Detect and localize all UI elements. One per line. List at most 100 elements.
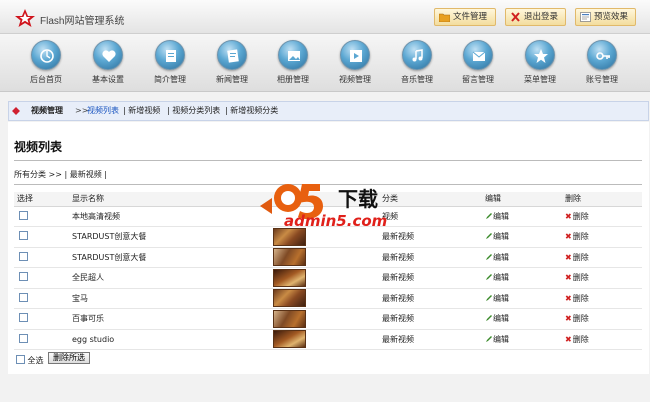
divider bbox=[14, 160, 642, 161]
select-all-label: 全选 bbox=[27, 356, 44, 365]
file-manager-label: 文件管理 bbox=[453, 12, 488, 22]
delete-x-icon: ✖ bbox=[565, 211, 572, 221]
nav-messages[interactable]: 留言管理 bbox=[448, 36, 508, 90]
delete-x-icon: ✖ bbox=[565, 252, 572, 262]
row-name: 本地高清视频 bbox=[69, 206, 270, 227]
delete-link[interactable]: ✖删除 bbox=[562, 226, 642, 248]
edit-link[interactable]: 编辑 bbox=[482, 247, 562, 268]
breadcrumb-category-list[interactable]: | 视频分类列表 bbox=[167, 102, 220, 120]
file-manager-button[interactable]: 文件管理 bbox=[434, 8, 496, 26]
table-row: egg studio 最新视频 编辑 ✖删除 bbox=[14, 329, 642, 350]
edit-label: 编辑 bbox=[493, 252, 509, 262]
music-icon bbox=[412, 49, 423, 62]
pencil-icon bbox=[486, 212, 492, 219]
breadcrumb: 视频管理 >> 视频列表 | 新增视频 | 视频分类列表 | 新增视频分类 bbox=[8, 101, 649, 121]
delete-selected-button[interactable]: 删除所选 bbox=[48, 352, 90, 364]
row-checkbox[interactable] bbox=[19, 272, 28, 282]
app-title: Flash网站管理系统 bbox=[40, 16, 125, 27]
col-delete: 删除 bbox=[562, 192, 642, 207]
logout-label: 退出登录 bbox=[524, 12, 559, 22]
delete-link[interactable]: ✖删除 bbox=[562, 308, 642, 330]
row-name: egg studio bbox=[69, 329, 270, 350]
edit-link[interactable]: 编辑 bbox=[482, 329, 562, 350]
nav-settings[interactable]: 基本设置 bbox=[78, 36, 138, 90]
profile-icon bbox=[166, 50, 176, 62]
delete-link[interactable]: ✖删除 bbox=[562, 206, 642, 227]
row-category: 最新视频 bbox=[379, 329, 482, 350]
video-icon bbox=[350, 50, 362, 62]
preview-button[interactable]: 预览效果 bbox=[575, 8, 636, 26]
table-row: 宝马 最新视频 编辑 ✖删除 bbox=[14, 288, 642, 309]
pencil-icon bbox=[486, 294, 492, 301]
nav-video[interactable]: 视频管理 bbox=[325, 36, 385, 90]
select-all-checkbox[interactable] bbox=[16, 355, 25, 364]
row-category: 最新视频 bbox=[379, 288, 482, 309]
breadcrumb-add-video[interactable]: | 新增视频 bbox=[123, 102, 160, 120]
pencil-icon bbox=[486, 274, 492, 281]
delete-label: 删除 bbox=[572, 211, 589, 221]
folder-icon bbox=[439, 13, 450, 22]
row-checkbox[interactable] bbox=[19, 292, 28, 302]
edit-link[interactable]: 编辑 bbox=[482, 226, 562, 248]
delete-link[interactable]: ✖删除 bbox=[562, 329, 642, 350]
delete-x-icon: ✖ bbox=[565, 293, 572, 303]
nav-menu-label: 菜单管理 bbox=[524, 75, 556, 84]
delete-x-icon: ✖ bbox=[565, 232, 572, 242]
breadcrumb-add-category[interactable]: | 新增视频分类 bbox=[225, 102, 278, 120]
row-checkbox[interactable] bbox=[19, 231, 28, 241]
nav-accounts-label: 账号管理 bbox=[586, 75, 618, 84]
breadcrumb-marker-icon bbox=[12, 107, 20, 115]
nav-menu[interactable]: 菜单管理 bbox=[510, 36, 570, 90]
watermark-logo: 下载 admin5.com bbox=[260, 184, 387, 230]
nav-music[interactable]: 音乐管理 bbox=[387, 36, 447, 90]
delete-link[interactable]: ✖删除 bbox=[562, 288, 642, 309]
logout-button[interactable]: 退出登录 bbox=[505, 8, 566, 26]
delete-link[interactable]: ✖删除 bbox=[562, 267, 642, 289]
row-name: 宝马 bbox=[69, 288, 270, 309]
mail-icon bbox=[472, 51, 486, 61]
edit-link[interactable]: 编辑 bbox=[482, 308, 562, 330]
col-select: 选择 bbox=[14, 192, 69, 207]
edit-label: 编辑 bbox=[493, 232, 509, 242]
nav-home[interactable]: 后台首页 bbox=[16, 36, 76, 90]
delete-x-icon: ✖ bbox=[565, 314, 572, 324]
row-checkbox[interactable] bbox=[19, 251, 28, 261]
nav-messages-label: 留言管理 bbox=[462, 75, 494, 84]
pencil-icon bbox=[486, 233, 492, 240]
delete-link[interactable]: ✖删除 bbox=[562, 247, 642, 268]
edit-label: 编辑 bbox=[493, 314, 509, 324]
nav-profile[interactable]: 简介管理 bbox=[140, 36, 200, 90]
edit-link[interactable]: 编辑 bbox=[482, 288, 562, 309]
nav-accounts[interactable]: 账号管理 bbox=[572, 36, 632, 90]
category-filter[interactable]: 所有分类 >> | 最新视频 | bbox=[14, 169, 107, 180]
breadcrumb-video-list[interactable]: 视频列表 bbox=[87, 102, 119, 120]
edit-label: 编辑 bbox=[493, 334, 509, 344]
delete-label: 删除 bbox=[572, 314, 589, 324]
table-row: 百事可乐 最新视频 编辑 ✖删除 bbox=[14, 308, 642, 330]
delete-label: 删除 bbox=[572, 334, 589, 344]
edit-link[interactable]: 编辑 bbox=[482, 206, 562, 227]
video-thumbnail bbox=[273, 268, 306, 287]
nav-news[interactable]: 新闻管理 bbox=[202, 36, 262, 90]
album-icon bbox=[288, 51, 300, 61]
breadcrumb-section: 视频管理 bbox=[31, 106, 63, 115]
select-all[interactable]: 全选 bbox=[16, 355, 44, 366]
home-icon bbox=[40, 49, 54, 63]
edit-link[interactable]: 编辑 bbox=[482, 267, 562, 289]
row-checkbox[interactable] bbox=[19, 210, 28, 220]
delete-label: 删除 bbox=[572, 232, 589, 242]
video-thumbnail bbox=[273, 330, 306, 349]
pencil-icon bbox=[486, 253, 492, 260]
row-checkbox[interactable] bbox=[19, 313, 28, 323]
delete-x-icon: ✖ bbox=[565, 334, 572, 344]
nav-album-label: 相册管理 bbox=[277, 75, 309, 84]
row-name: STARDUST创意大餐 bbox=[69, 226, 270, 248]
nav-album[interactable]: 相册管理 bbox=[263, 36, 323, 90]
edit-label: 编辑 bbox=[493, 211, 509, 221]
row-name: 全民超人 bbox=[69, 267, 270, 289]
row-category: 最新视频 bbox=[379, 267, 482, 289]
col-name: 显示名称 bbox=[69, 192, 270, 207]
row-checkbox[interactable] bbox=[19, 333, 28, 343]
top-header: Flash网站管理系统 文件管理 退出登录 预览效果 bbox=[0, 0, 650, 34]
delete-x-icon: ✖ bbox=[565, 273, 572, 283]
